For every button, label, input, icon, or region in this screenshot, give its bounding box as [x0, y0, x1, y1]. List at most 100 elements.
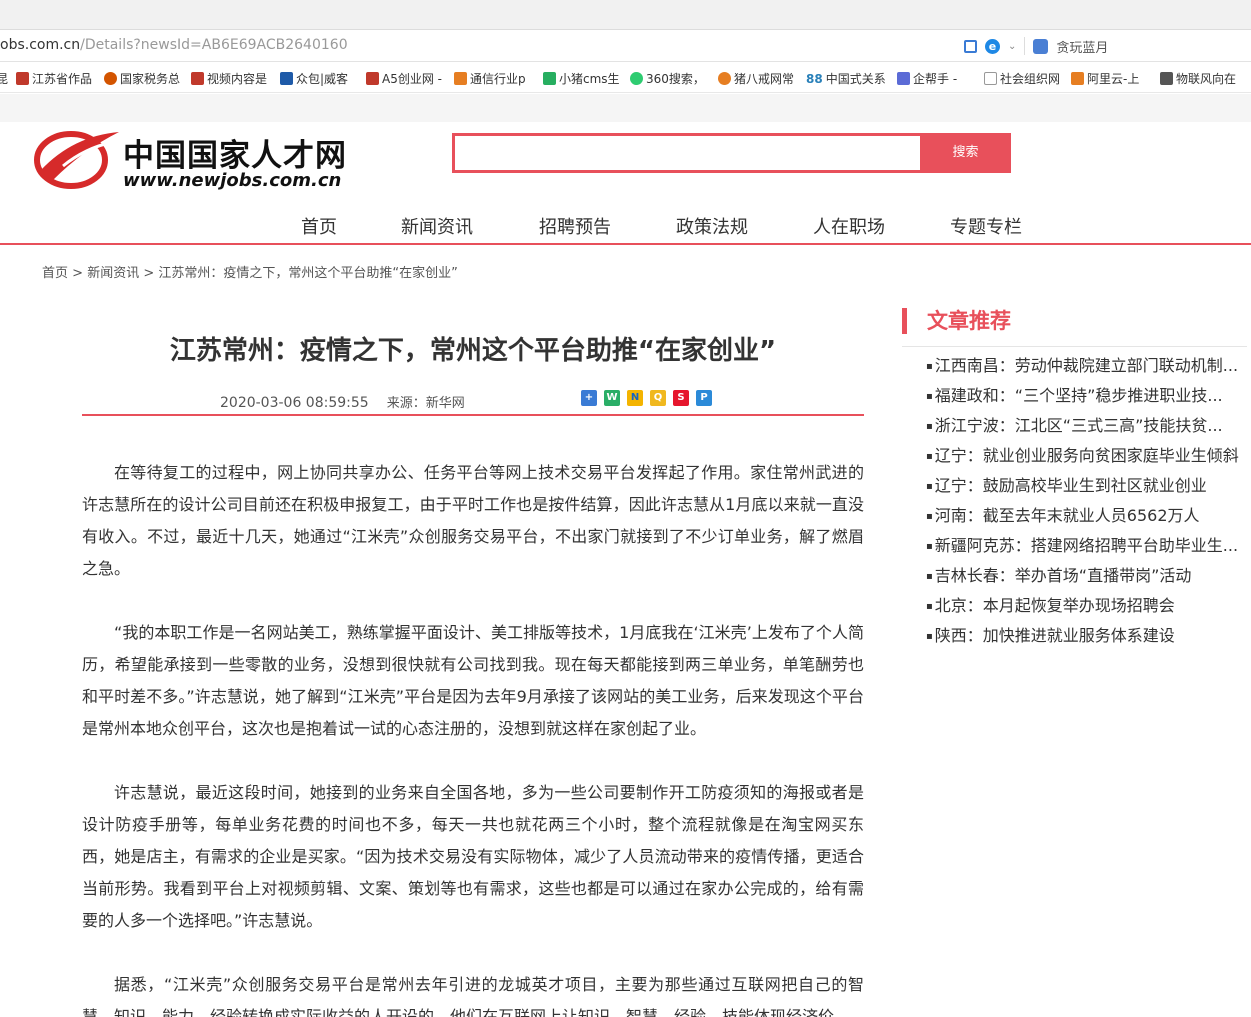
breadcrumb-section[interactable]: 新闻资讯 — [87, 266, 139, 281]
search-input[interactable] — [452, 133, 920, 173]
breadcrumb-home[interactable]: 首页 — [42, 266, 68, 281]
address-bar[interactable]: obs.com.cn/Details?newsId=AB6E69ACB26401… — [0, 30, 1251, 62]
ie-compat-icon[interactable]: e — [985, 38, 1000, 54]
logo-emblem-icon — [34, 131, 119, 189]
bookmark-item[interactable]: 众包|威客 — [280, 70, 348, 87]
bookmark-item[interactable]: 通信行业p — [454, 70, 526, 87]
bookmark-item[interactable]: 企帮手 - — [897, 70, 957, 87]
breadcrumb-separator: > — [68, 266, 88, 281]
recommended-item[interactable]: 福建政和：“三个坚持”稳步推进职业技... — [926, 384, 1246, 414]
search-button[interactable]: 搜索 — [920, 133, 1011, 173]
url-host: obs.com.cn — [0, 37, 81, 53]
bookmark-label: 社会组织网 — [1000, 72, 1061, 86]
article-source: 来源：新华网 — [386, 396, 465, 411]
recommended-item[interactable]: 辽宁：鼓励高校毕业生到社区就业创业 — [926, 474, 1246, 504]
recommended-item[interactable]: 江西南昌：劳动仲裁院建立部门联动机制... — [926, 354, 1246, 384]
bookmark-icon — [1160, 72, 1173, 85]
bookmark-label: 阿里云-上 — [1087, 72, 1140, 86]
recommended-item[interactable]: 新疆阿克苏：搭建网络招聘平台助毕业生... — [926, 534, 1246, 564]
bookmark-label: 国家税务总 — [120, 72, 181, 86]
bookmark-icon — [543, 72, 556, 85]
bookmark-item[interactable]: 88 中国式关系 — [806, 70, 886, 87]
url-text[interactable]: obs.com.cn/Details?newsId=AB6E69ACB26401… — [0, 37, 348, 53]
page-icon — [984, 72, 997, 85]
article-paragraph: 在等待复工的过程中，网上协同共享办公、任务平台等网上技术交易平台发挥起了作用。家… — [82, 463, 864, 578]
share-bar: + W N Q S P — [581, 390, 712, 406]
bookmark-item[interactable]: 物联风向在 — [1160, 70, 1236, 87]
bookmark-label: 小猪cms生 — [559, 72, 620, 86]
bookmark-item[interactable]: 阿里云-上 — [1071, 70, 1139, 87]
weibo-icon[interactable]: S — [673, 390, 689, 406]
bookmark-item[interactable]: 小猪cms生 — [543, 70, 620, 87]
recommended-item[interactable]: 陕西：加快推进就业服务体系建设 — [926, 624, 1246, 654]
sidebar-divider — [902, 346, 1247, 347]
recommended-item[interactable]: 河南：截至去年末就业人员6562万人 — [926, 504, 1246, 534]
browser-tab-strip — [0, 0, 1251, 30]
url-path: /Details?newsId=AB6E69ACB2640160 — [80, 37, 348, 53]
address-icons: e ⌄ 贪玩蓝月 — [964, 37, 1108, 56]
tax-emblem-icon — [104, 72, 117, 85]
chevron-down-icon[interactable]: ⌄ — [1008, 41, 1016, 52]
breadcrumb-current: 江苏常州：疫情之下，常州这个平台助推“在家创业” — [158, 266, 458, 281]
bookmark-label: A5创业网 - — [382, 72, 442, 86]
page-top-strip — [0, 94, 1251, 122]
article-paragraph: 据悉，“江米壳”众创服务交易平台是常州去年引进的龙城英才项目，主要为那些通过互联… — [82, 975, 864, 1017]
bookmark-label: 众包|威客 — [296, 72, 349, 86]
recommended-list: 江西南昌：劳动仲裁院建立部门联动机制... 福建政和：“三个坚持”稳步推进职业技… — [926, 354, 1246, 654]
bookmark-item[interactable]: 视频内容是 — [191, 70, 267, 87]
article-datetime: 2020-03-06 08:59:55 — [220, 395, 369, 411]
bookmark-item[interactable]: 猪八戒网常 — [718, 70, 794, 87]
bookmark-icon — [366, 72, 379, 85]
sidebar-heading: 文章推荐 — [902, 308, 1011, 334]
bookmark-label: 昆 — [0, 72, 9, 86]
bookmark-icon — [718, 72, 731, 85]
nav-item-topics[interactable]: 专题专栏 — [950, 213, 1022, 239]
qq-icon[interactable]: Q — [650, 390, 666, 406]
nav-item-news[interactable]: 新闻资讯 — [401, 213, 473, 239]
divider — [1024, 37, 1026, 55]
renren-icon[interactable]: P — [696, 390, 712, 406]
bookmark-label: 江苏省作品 — [32, 72, 93, 86]
site-logo[interactable]: 中国国家人才网 www.newjobs.com.cn — [33, 126, 353, 192]
main-nav: 首页 新闻资讯 招聘预告 政策法规 人在职场 专题专栏 — [0, 204, 1251, 245]
bookmark-item[interactable]: A5创业网 - — [366, 70, 442, 87]
title-divider — [82, 414, 864, 416]
article-title: 江苏常州：疫情之下，常州这个平台助推“在家创业” — [169, 336, 777, 366]
bookmark-icon — [1071, 72, 1084, 85]
bookmark-item[interactable]: 社会组织网 — [984, 70, 1060, 87]
search-360-icon — [630, 72, 643, 85]
share-more-icon[interactable]: + — [581, 390, 597, 406]
bookmark-label: 视频内容是 — [207, 72, 268, 86]
nav-item-recruitment[interactable]: 招聘预告 — [539, 213, 611, 239]
address-right-text[interactable]: 贪玩蓝月 — [1056, 37, 1108, 56]
logo-title: 中国国家人才网 — [123, 138, 347, 174]
nav-item-policy[interactable]: 政策法规 — [676, 213, 748, 239]
breadcrumb-separator: > — [139, 266, 159, 281]
bookmark-item[interactable]: 国家税务总 — [104, 70, 180, 87]
wechat-icon[interactable]: W — [604, 390, 620, 406]
bookmark-icon — [280, 72, 293, 85]
bookmark-label: 企帮手 - — [913, 72, 958, 86]
bookmark-label: 360搜索， — [646, 72, 705, 86]
bookmark-icon — [191, 72, 204, 85]
nav-item-workplace[interactable]: 人在职场 — [813, 213, 885, 239]
bookmarks-bar: 昆 江苏省作品 国家税务总 视频内容是 众包|威客 A5创业网 - 通信行业p … — [0, 63, 1251, 93]
bookmark-icon — [897, 72, 910, 85]
article-paragraph: “我的本职工作是一名网站美工，熟练掌握平面设计、美工排版等技术，1月底我在‘江米… — [82, 623, 864, 738]
article-meta: 2020-03-06 08:59:55 来源：新华网 — [220, 392, 465, 411]
bookmark-item[interactable]: 昆 — [0, 70, 8, 87]
recommended-item[interactable]: 吉林长春：举办首场“直播带岗”活动 — [926, 564, 1246, 594]
qzone-icon[interactable]: N — [627, 390, 643, 406]
logo-url: www.newjobs.com.cn — [123, 170, 342, 191]
recommended-item[interactable]: 辽宁：就业创业服务向贫困家庭毕业生倾斜 — [926, 444, 1246, 474]
breadcrumb: 首页 > 新闻资讯 > 江苏常州：疫情之下，常州这个平台助推“在家创业” — [42, 262, 458, 281]
bookmark-label: 中国式关系 — [825, 72, 886, 86]
bookmark-item[interactable]: 江苏省作品 — [16, 70, 92, 87]
nav-item-home[interactable]: 首页 — [301, 213, 337, 239]
qr-grid-icon[interactable] — [964, 39, 977, 53]
recommended-item[interactable]: 北京：本月起恢复举办现场招聘会 — [926, 594, 1246, 624]
recommended-item[interactable]: 浙江宁波：江北区“三式三高”技能扶贫... — [926, 414, 1246, 444]
bookmark-icon: 88 — [806, 71, 823, 86]
image-icon — [1033, 38, 1049, 54]
bookmark-item[interactable]: 360搜索， — [630, 70, 705, 87]
